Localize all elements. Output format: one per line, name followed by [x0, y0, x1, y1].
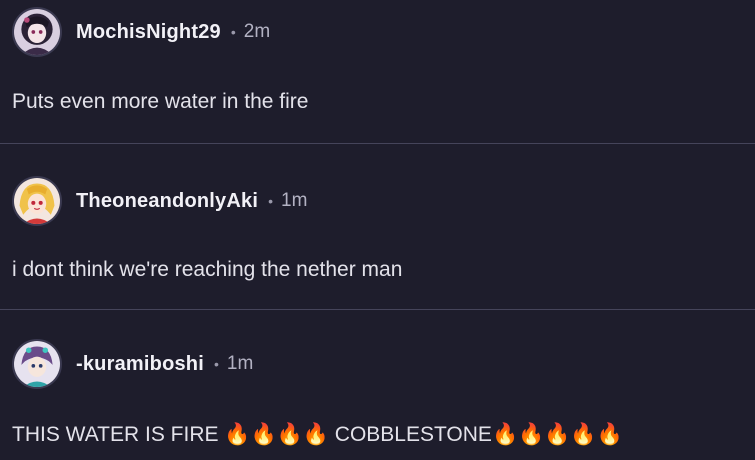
username[interactable]: -kuramiboshi: [76, 353, 204, 376]
anime-girl-purple-avatar-icon: [14, 9, 60, 55]
timestamp[interactable]: 1m: [281, 190, 307, 212]
fire-emoji-group: 🔥🔥🔥🔥🔥: [491, 422, 623, 446]
comment-text: THIS WATER IS FIRE 🔥🔥🔥🔥 COBBLESTONE🔥🔥🔥🔥🔥: [12, 422, 623, 447]
comment-text: Puts even more water in the fire: [12, 90, 309, 113]
separator-dot: •: [230, 24, 236, 40]
comment-header: -kuramiboshi • 1m: [12, 337, 253, 391]
comment-item: TheoneandonlyAki • 1m i dont think we're…: [0, 144, 755, 309]
comment-header: TheoneandonlyAki • 1m: [12, 174, 307, 228]
timestamp[interactable]: 2m: [244, 21, 270, 43]
separator-dot: •: [213, 356, 219, 372]
comment-text: i dont think we're reaching the nether m…: [12, 258, 403, 281]
anime-boy-teal-avatar-icon: [14, 341, 60, 387]
avatar[interactable]: [12, 176, 62, 226]
fire-emoji-group: 🔥🔥🔥🔥: [224, 422, 329, 446]
comment-feed: MochisNight29 • 2m Puts even more water …: [0, 0, 755, 460]
timestamp[interactable]: 1m: [227, 353, 253, 375]
username[interactable]: TheoneandonlyAki: [76, 190, 258, 213]
comment-text-part: THIS WATER IS FIRE: [12, 423, 225, 446]
comment-item: -kuramiboshi • 1m THIS WATER IS FIRE 🔥🔥🔥…: [0, 310, 755, 460]
anime-girl-blonde-avatar-icon: [14, 178, 60, 224]
comment-text-part: COBBLESTONE: [328, 423, 492, 446]
comment-item: MochisNight29 • 2m Puts even more water …: [0, 0, 755, 143]
username[interactable]: MochisNight29: [76, 21, 221, 44]
comment-header: MochisNight29 • 2m: [12, 5, 270, 59]
avatar[interactable]: [12, 7, 62, 57]
separator-dot: •: [268, 193, 274, 209]
avatar[interactable]: [12, 339, 62, 389]
